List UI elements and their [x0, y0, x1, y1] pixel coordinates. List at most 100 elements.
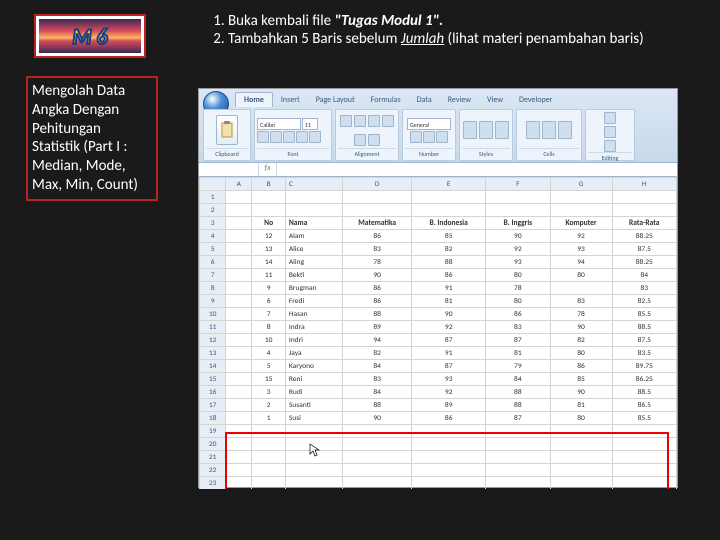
comma-icon[interactable] [436, 131, 448, 143]
data-header[interactable]: No [252, 217, 285, 230]
cell[interactable]: Rudi [285, 386, 342, 399]
cell[interactable]: 81 [550, 399, 612, 412]
row-header[interactable]: 20 [200, 438, 226, 451]
cell[interactable]: 5 [252, 360, 285, 373]
border-icon[interactable] [296, 131, 308, 143]
cell[interactable]: 84 [343, 360, 412, 373]
cell[interactable] [412, 204, 486, 217]
cell[interactable]: 86 [343, 230, 412, 243]
cell[interactable]: 4 [252, 347, 285, 360]
tab-home[interactable]: Home [235, 92, 273, 107]
cell[interactable]: 87 [412, 360, 486, 373]
cell[interactable]: 82.5 [612, 295, 676, 308]
cell[interactable]: Hasan [285, 308, 342, 321]
cell[interactable] [343, 477, 412, 490]
row-header[interactable]: 21 [200, 451, 226, 464]
cell[interactable] [550, 282, 612, 295]
cell[interactable] [226, 243, 252, 256]
cell[interactable] [343, 451, 412, 464]
cell[interactable] [226, 282, 252, 295]
cell[interactable]: 82 [412, 243, 486, 256]
cell[interactable] [252, 191, 285, 204]
cell[interactable] [226, 204, 252, 217]
cell[interactable] [226, 217, 252, 230]
cell[interactable] [285, 425, 342, 438]
row-header[interactable]: 13 [200, 347, 226, 360]
cell[interactable]: 91 [412, 282, 486, 295]
col-header[interactable] [200, 178, 226, 191]
cell[interactable]: 80 [550, 412, 612, 425]
row-header[interactable]: 22 [200, 464, 226, 477]
cell[interactable]: Alam [285, 230, 342, 243]
row-header[interactable]: 18 [200, 412, 226, 425]
cell[interactable] [226, 269, 252, 282]
cell[interactable]: 92 [412, 321, 486, 334]
cell[interactable] [343, 438, 412, 451]
cell[interactable]: 85 [412, 230, 486, 243]
cell[interactable]: 90 [486, 230, 550, 243]
cell[interactable] [486, 204, 550, 217]
cell[interactable] [486, 451, 550, 464]
row-header[interactable]: 23 [200, 477, 226, 490]
cell[interactable] [412, 451, 486, 464]
row-header[interactable]: 15 [200, 373, 226, 386]
row-header[interactable]: 8 [200, 282, 226, 295]
cell[interactable]: 3 [252, 386, 285, 399]
cell[interactable]: 88 [343, 399, 412, 412]
cell[interactable]: 8 [252, 321, 285, 334]
cell[interactable] [252, 464, 285, 477]
cell[interactable] [226, 438, 252, 451]
cell[interactable] [226, 256, 252, 269]
cell[interactable]: 86 [412, 412, 486, 425]
cell[interactable] [252, 438, 285, 451]
cell[interactable] [252, 204, 285, 217]
cell[interactable]: 86 [550, 360, 612, 373]
cell[interactable] [226, 308, 252, 321]
cell[interactable]: 87.5 [612, 334, 676, 347]
cell[interactable]: 88.25 [612, 256, 676, 269]
col-header[interactable]: H [612, 178, 676, 191]
autosum-icon[interactable] [604, 112, 616, 124]
cell[interactable]: 90 [412, 308, 486, 321]
percent-icon[interactable] [423, 131, 435, 143]
cell[interactable]: 89 [412, 399, 486, 412]
col-header[interactable]: F [486, 178, 550, 191]
cell[interactable]: 84 [343, 386, 412, 399]
cell[interactable] [412, 425, 486, 438]
row-header[interactable]: 2 [200, 204, 226, 217]
col-header[interactable]: G [550, 178, 612, 191]
cell[interactable]: 80 [486, 295, 550, 308]
cell[interactable]: 86 [412, 269, 486, 282]
cell[interactable] [550, 438, 612, 451]
delete-icon[interactable] [542, 121, 556, 139]
cell[interactable]: 80 [550, 347, 612, 360]
cell[interactable]: Alice [285, 243, 342, 256]
cell[interactable] [343, 204, 412, 217]
col-header[interactable]: C [285, 178, 342, 191]
cell[interactable]: 13 [252, 243, 285, 256]
tab-view[interactable]: View [479, 93, 511, 107]
tab-review[interactable]: Review [440, 93, 479, 107]
italic-icon[interactable] [270, 131, 282, 143]
cell[interactable] [343, 464, 412, 477]
cell[interactable]: 88 [486, 386, 550, 399]
cell[interactable] [285, 191, 342, 204]
tab-insert[interactable]: Insert [273, 93, 308, 107]
cell[interactable] [612, 451, 676, 464]
row-header[interactable]: 4 [200, 230, 226, 243]
cell[interactable] [285, 464, 342, 477]
cell[interactable]: 87 [486, 334, 550, 347]
cell[interactable] [343, 425, 412, 438]
cell[interactable]: Susanti [285, 399, 342, 412]
row-header[interactable]: 9 [200, 295, 226, 308]
cell[interactable]: 88 [412, 256, 486, 269]
cell[interactable]: 81 [412, 295, 486, 308]
cell[interactable]: 78 [343, 256, 412, 269]
sort-icon[interactable] [604, 126, 616, 138]
cell[interactable] [412, 438, 486, 451]
cell[interactable] [226, 464, 252, 477]
cell[interactable] [486, 477, 550, 490]
cell[interactable] [412, 191, 486, 204]
bold-icon[interactable] [257, 131, 269, 143]
row-header[interactable]: 11 [200, 321, 226, 334]
